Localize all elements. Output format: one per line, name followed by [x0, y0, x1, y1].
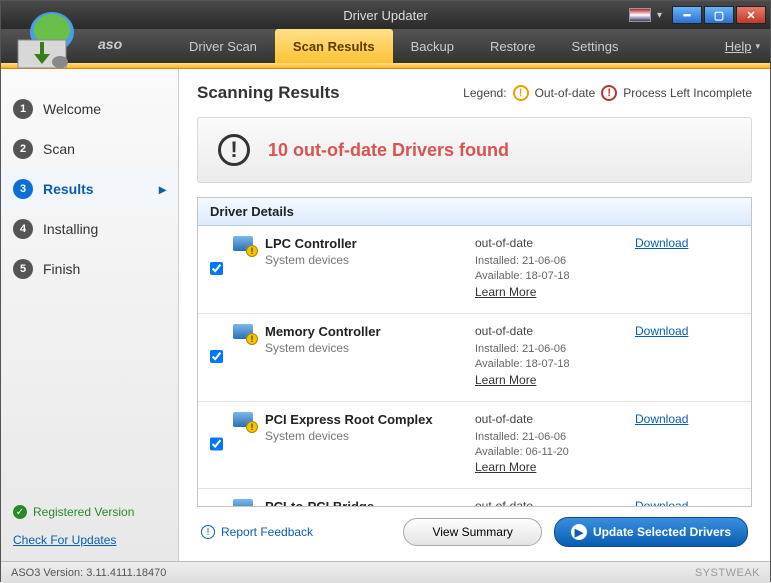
driver-category: System devices — [265, 253, 465, 267]
help-dropdown-icon[interactable]: ▾ — [755, 41, 760, 52]
driver-row: ! PCI Express Root Complex System devices o… — [198, 402, 751, 490]
check-updates-link[interactable]: Check For Updates — [13, 533, 166, 547]
sidebar-step-installing[interactable]: 4Installing — [1, 209, 178, 249]
step-label: Welcome — [43, 101, 101, 117]
tab-scan-results[interactable]: Scan Results — [275, 29, 393, 63]
step-label: Results — [43, 181, 94, 197]
driver-available: Available: 06-11-20 — [475, 445, 625, 460]
tab-backup[interactable]: Backup — [393, 29, 472, 63]
driver-list[interactable]: ! LPC Controller System devices out-of-date… — [198, 226, 751, 506]
learn-more-link[interactable]: Learn More — [475, 285, 625, 299]
tab-driver-scan[interactable]: Driver Scan — [171, 29, 275, 63]
maximize-button[interactable]: ▢ — [704, 6, 734, 24]
driver-row: ! Memory Controller System devices out-of-d… — [198, 314, 751, 402]
view-summary-button[interactable]: View Summary — [403, 518, 541, 546]
check-icon: ✓ — [13, 505, 27, 519]
driver-available: Available: 18-07-18 — [475, 357, 625, 372]
learn-more-link[interactable]: Learn More — [475, 460, 625, 474]
tab-restore[interactable]: Restore — [472, 29, 554, 63]
driver-name: PCI Express Root Complex — [265, 412, 465, 427]
statusbar: ASO3 Version: 3.11.4111.18470 SYSTWEAK — [1, 561, 770, 583]
driver-name: PCI-to-PCI Bridge — [265, 499, 465, 506]
sidebar-step-scan[interactable]: 2Scan — [1, 129, 178, 169]
download-link[interactable]: Download — [635, 236, 715, 299]
driver-installed: Installed: 21-06-06 — [475, 430, 625, 445]
driver-status: out-of-date — [475, 499, 625, 506]
locale-dropdown-icon[interactable]: ▾ — [657, 10, 662, 21]
step-label: Scan — [43, 141, 75, 157]
alert-icon: ! — [218, 134, 250, 166]
driver-folder-icon: ! — [233, 412, 255, 430]
watermark: SYSTWEAK — [695, 567, 760, 579]
registered-status: ✓Registered Version — [13, 505, 166, 519]
driver-checkbox[interactable] — [210, 501, 223, 506]
close-button[interactable]: ✕ — [736, 6, 766, 24]
content-pane: Scanning Results Legend: ! Out-of-date !… — [179, 69, 770, 561]
driver-installed: Installed: 21-06-06 — [475, 254, 625, 269]
driver-folder-icon: ! — [233, 324, 255, 342]
page-title: Scanning Results — [197, 83, 340, 103]
driver-name: Memory Controller — [265, 324, 465, 339]
step-label: Finish — [43, 261, 80, 277]
minimize-button[interactable]: ━ — [672, 6, 702, 24]
details-header: Driver Details — [198, 198, 751, 226]
step-label: Installing — [43, 221, 98, 237]
warn-icon: ! — [513, 85, 529, 101]
feedback-icon: ! — [201, 525, 215, 539]
help-link[interactable]: Help — [725, 39, 752, 54]
driver-available: Available: 18-07-18 — [475, 269, 625, 284]
legend: Legend: ! Out-of-date ! Process Left Inc… — [463, 85, 752, 101]
menubar: aso Driver Scan Scan Results Backup Rest… — [1, 29, 770, 63]
driver-row: ! LPC Controller System devices out-of-date… — [198, 226, 751, 314]
driver-checkbox[interactable] — [210, 238, 223, 299]
alert-text: 10 out-of-date Drivers found — [268, 140, 509, 161]
driver-row: !PCI-to-PCI BridgeSystem devicesout-of-d… — [198, 489, 751, 506]
app-logo-icon — [12, 10, 86, 72]
driver-category: System devices — [265, 429, 465, 443]
driver-checkbox[interactable] — [210, 414, 223, 475]
titlebar: Driver Updater ▾ ━ ▢ ✕ — [1, 1, 770, 29]
driver-folder-icon: ! — [233, 499, 255, 506]
download-link[interactable]: Download — [635, 324, 715, 387]
driver-status: out-of-date — [475, 236, 625, 250]
driver-folder-icon: ! — [233, 236, 255, 254]
alert-banner: ! 10 out-of-date Drivers found — [197, 117, 752, 183]
window-title: Driver Updater — [343, 8, 428, 23]
sidebar: 1Welcome 2Scan 3Results 4Installing 5Fin… — [1, 69, 179, 561]
driver-installed: Installed: 21-06-06 — [475, 342, 625, 357]
sidebar-step-welcome[interactable]: 1Welcome — [1, 89, 178, 129]
download-link[interactable]: Download — [635, 499, 715, 506]
sidebar-step-results[interactable]: 3Results — [1, 169, 178, 209]
locale-flag-icon[interactable] — [629, 8, 651, 22]
incomplete-icon: ! — [601, 85, 617, 101]
driver-status: out-of-date — [475, 324, 625, 338]
version-label: ASO3 Version: 3.11.4111.18470 — [11, 567, 166, 579]
driver-category: System devices — [265, 341, 465, 355]
download-link[interactable]: Download — [635, 412, 715, 475]
play-icon: ▶ — [571, 524, 587, 540]
report-feedback-link[interactable]: ! Report Feedback — [201, 525, 313, 539]
learn-more-link[interactable]: Learn More — [475, 373, 625, 387]
brand-label: aso — [98, 36, 122, 52]
update-selected-button[interactable]: ▶ Update Selected Drivers — [554, 517, 748, 547]
driver-details-panel: Driver Details ! LPC Controller System dev… — [197, 197, 752, 507]
sidebar-step-finish[interactable]: 5Finish — [1, 249, 178, 289]
tab-settings[interactable]: Settings — [553, 29, 636, 63]
driver-name: LPC Controller — [265, 236, 465, 251]
driver-checkbox[interactable] — [210, 326, 223, 387]
driver-status: out-of-date — [475, 412, 625, 426]
